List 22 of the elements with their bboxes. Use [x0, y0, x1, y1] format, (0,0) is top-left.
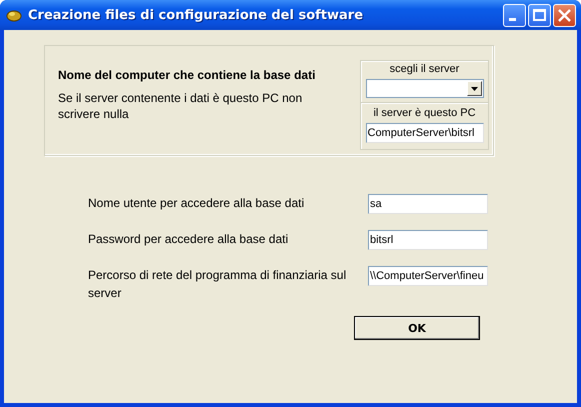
maximize-icon [533, 9, 546, 21]
field-label: Password per accedere alla base dati [88, 231, 290, 248]
minimize-button[interactable] [503, 4, 526, 26]
field-label: il server è questo PC [373, 107, 476, 120]
input-field[interactable]: sa [368, 194, 488, 214]
window-title: Creazione files di configurazione del software [28, 8, 364, 22]
field-label: Nome utente per accedere alla base dati [88, 195, 306, 212]
input-field[interactable]: ComputerServer\bitsrl [366, 123, 484, 143]
ok-button[interactable]: OK [354, 316, 480, 340]
input-field[interactable]: \\ComputerServer\fineu [368, 266, 488, 286]
close-icon [558, 8, 571, 22]
close-button[interactable] [553, 4, 576, 26]
server-dropdown[interactable] [366, 79, 484, 98]
instruction-text: Se il server contenente i dati è questo PC non scrivere nulla [58, 90, 304, 122]
input-field[interactable]: bitsrl [368, 230, 488, 250]
caret-icon [470, 86, 478, 90]
field-label: scegli il server [390, 63, 460, 76]
maximize-button[interactable] [528, 4, 551, 26]
section-heading: Nome del computer che contiene la base dati [58, 68, 316, 82]
app-icon [6, 8, 22, 22]
minimize-icon [509, 18, 516, 20]
field-label: Percorso di rete del programma di finanziaria sul server [88, 267, 348, 302]
